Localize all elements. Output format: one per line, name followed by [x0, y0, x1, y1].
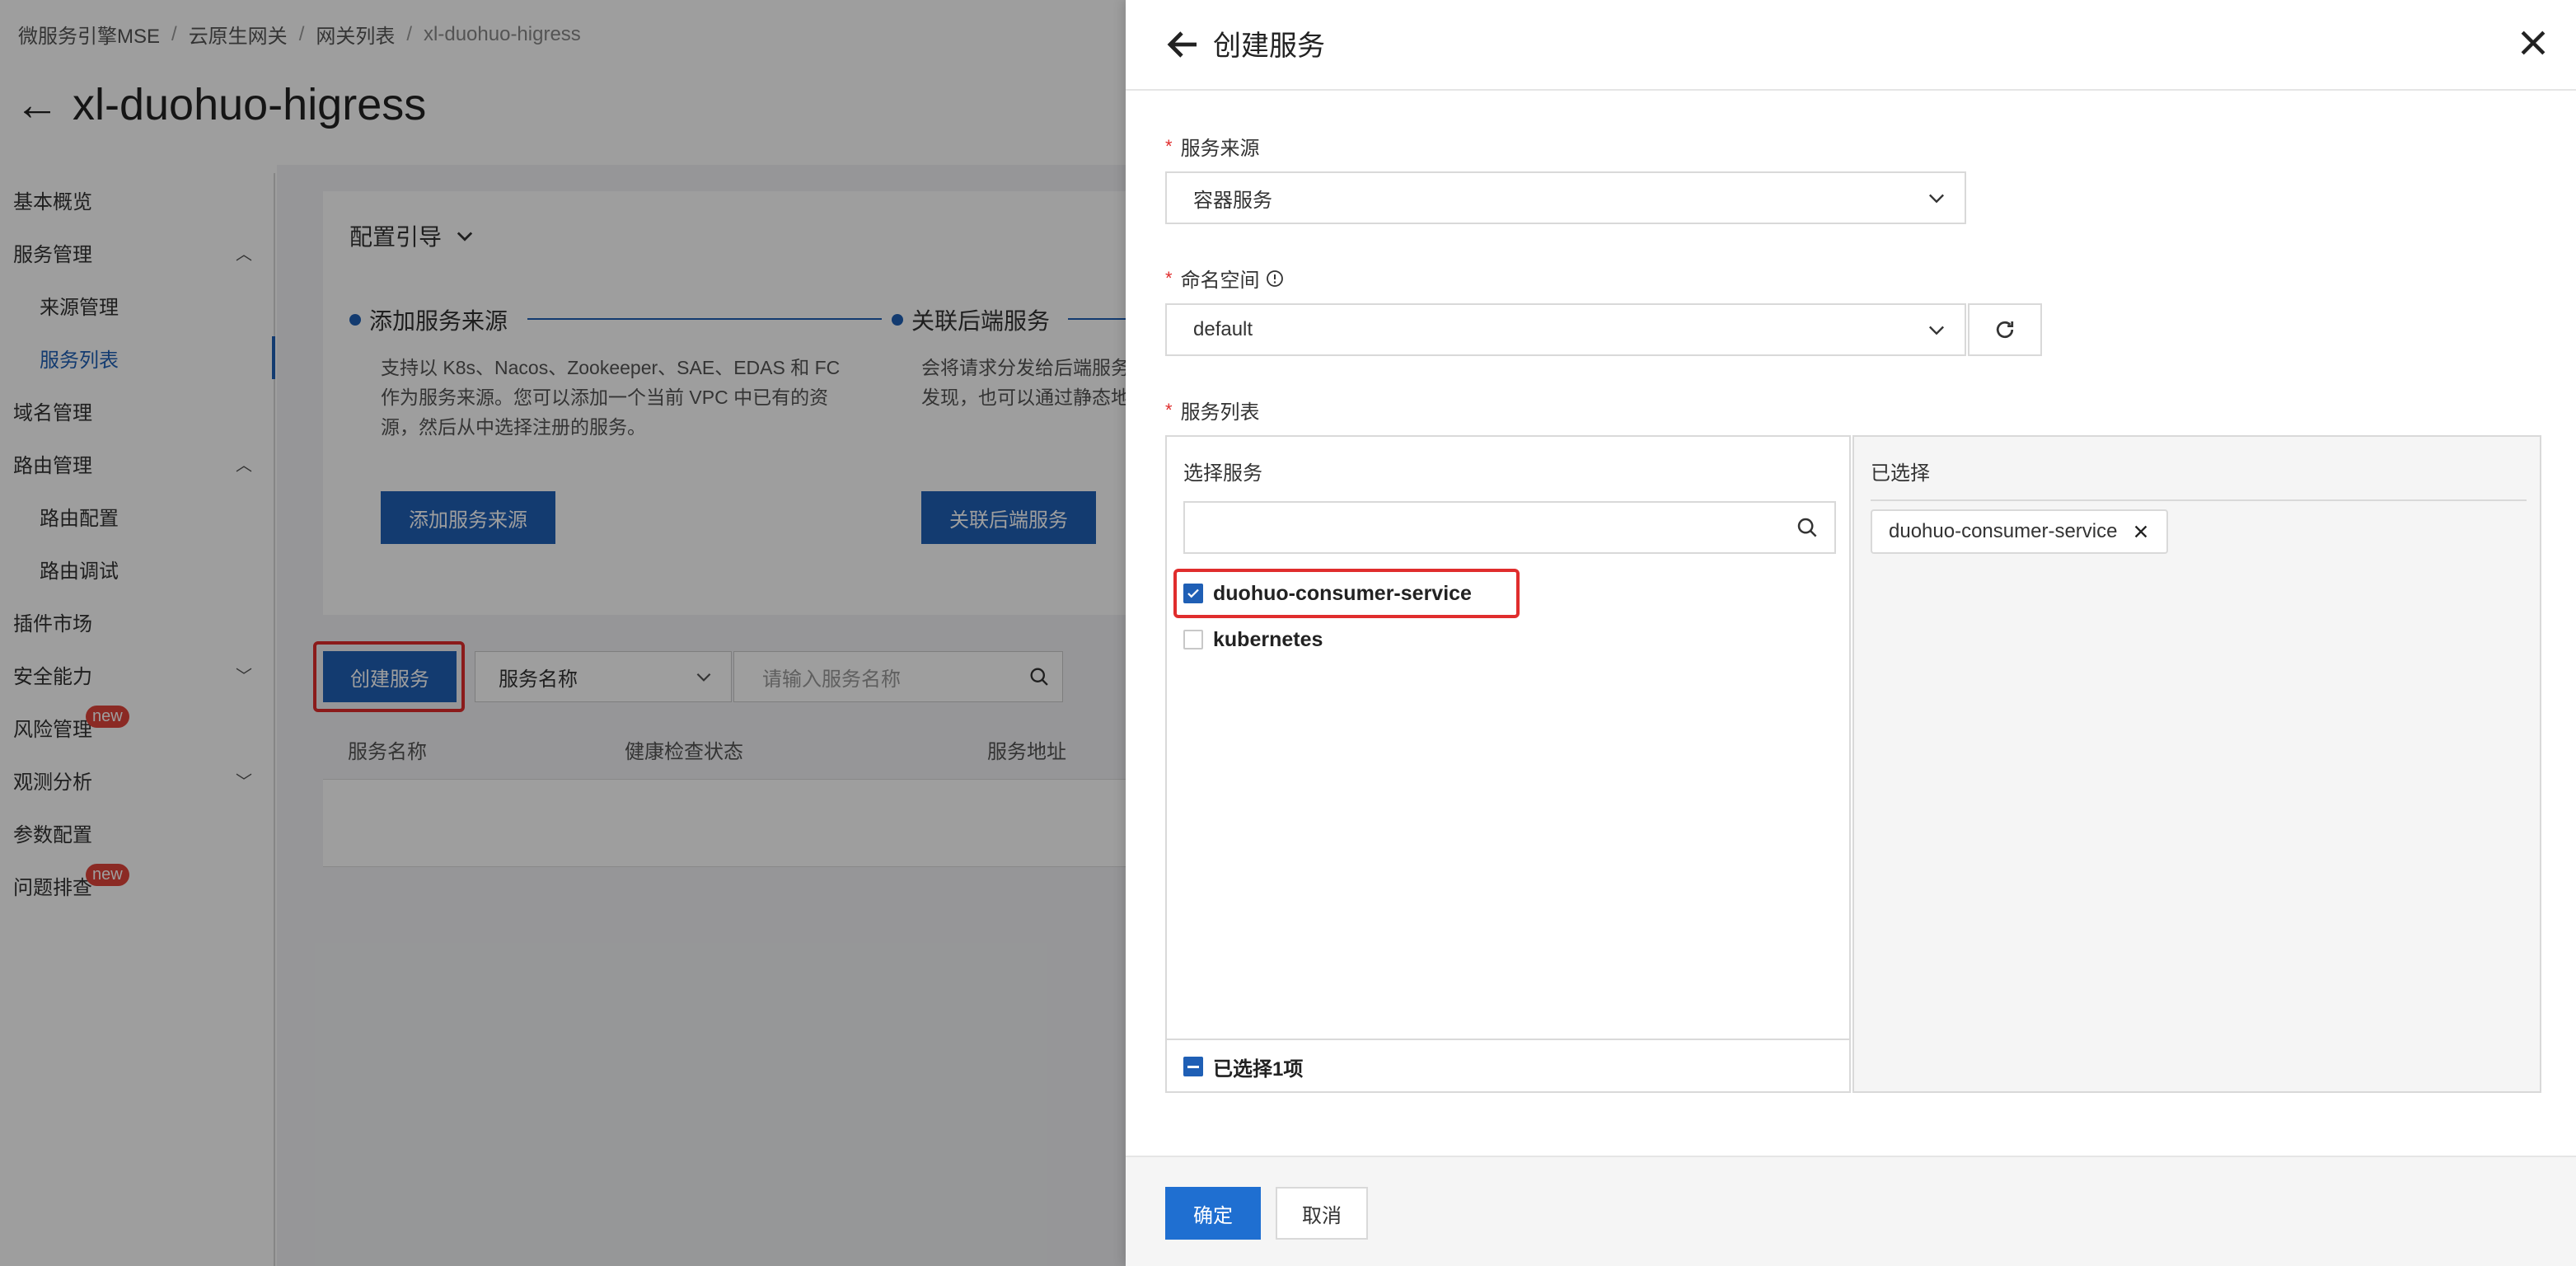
create-service-drawer: 创建服务 * 服务来源 容器服务 * 命名空间 default * 服务列表 选…: [1126, 0, 2576, 1266]
highlight-selected-service: [1173, 569, 1520, 618]
drawer-header: 创建服务: [1126, 0, 2576, 91]
back-arrow-icon[interactable]: [1164, 25, 1203, 64]
refresh-icon: [1996, 321, 2014, 339]
namespace-select[interactable]: default: [1165, 303, 1966, 356]
chevron-down-icon: [1929, 326, 1944, 335]
info-icon[interactable]: [1265, 269, 1285, 288]
required-mark: *: [1165, 267, 1173, 288]
service-list-label: * 服务列表: [1165, 399, 1260, 424]
panel-title: 选择服务: [1183, 462, 1262, 485]
select-all-checkbox[interactable]: [1183, 1057, 1203, 1076]
search-icon[interactable]: [1795, 515, 1820, 540]
selected-tag: duohuo-consumer-service: [1871, 509, 2169, 554]
divider: [1871, 499, 2527, 501]
service-source-label: * 服务来源: [1165, 135, 1260, 161]
modal-overlay[interactable]: [0, 0, 1126, 1266]
cancel-button[interactable]: 取消: [1276, 1187, 1368, 1240]
transfer-target-panel: 已选择 duohuo-consumer-service: [1852, 435, 2541, 1093]
namespace-label: * 命名空间: [1165, 264, 1285, 293]
service-source-select[interactable]: 容器服务: [1165, 171, 1966, 224]
transfer-search-input[interactable]: [1183, 501, 1836, 554]
drawer-title: 创建服务: [1213, 30, 1325, 62]
panel-title: 已选择: [1871, 462, 1930, 485]
refresh-button[interactable]: [1968, 303, 2042, 356]
transfer-source-panel: 选择服务 duohuo-consumer-service kubernetes …: [1165, 435, 1851, 1093]
close-icon[interactable]: [2132, 523, 2150, 541]
confirm-button[interactable]: 确定: [1165, 1187, 1261, 1240]
checkbox[interactable]: [1183, 630, 1203, 649]
chevron-down-icon: [1929, 194, 1944, 204]
required-mark: *: [1165, 399, 1173, 420]
drawer-footer: 确定 取消: [1126, 1156, 2576, 1266]
transfer-footer: 已选择1项: [1167, 1039, 1849, 1093]
close-icon[interactable]: [2515, 25, 2551, 61]
list-item[interactable]: kubernetes: [1183, 623, 1323, 656]
required-mark: *: [1165, 135, 1173, 157]
